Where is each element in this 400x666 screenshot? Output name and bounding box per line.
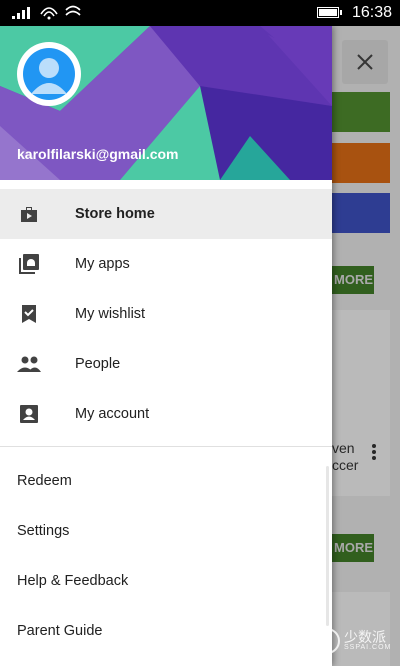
nav-my-apps[interactable]: My apps: [0, 239, 332, 289]
navigation-drawer: karolfilarski@gmail.com Store home My ap…: [0, 26, 332, 666]
account-icon: [17, 402, 41, 426]
status-time: 16:38: [352, 4, 393, 21]
divider: [0, 446, 332, 447]
store-icon: [17, 202, 41, 226]
menu-help-feedback[interactable]: Help & Feedback: [17, 573, 128, 589]
wifi-icon: [40, 7, 58, 20]
watermark-subtext: SSPAI.COM: [344, 644, 392, 651]
data-sense-icon: [65, 5, 81, 16]
menu-settings[interactable]: Settings: [17, 523, 69, 539]
watermark: 少数派 SSPAI.COM: [314, 628, 394, 658]
drawer-header: karolfilarski@gmail.com: [0, 26, 332, 180]
nav-my-wishlist[interactable]: My wishlist: [0, 289, 332, 339]
nav-label: My wishlist: [75, 306, 146, 322]
people-icon: [17, 352, 41, 376]
menu-redeem[interactable]: Redeem: [17, 473, 72, 489]
my-apps-icon: [17, 252, 41, 276]
nav-label: Store home: [75, 206, 155, 222]
wishlist-icon: [17, 302, 41, 326]
nav-label: My apps: [75, 256, 130, 272]
nav-label: People: [75, 356, 121, 372]
menu-parent-guide[interactable]: Parent Guide: [17, 623, 102, 639]
nav-people[interactable]: People: [0, 339, 332, 389]
nav-my-account[interactable]: My account: [0, 389, 332, 439]
nav-store-home[interactable]: Store home: [0, 189, 332, 239]
status-bar: 16:38: [0, 0, 400, 26]
battery-icon: [317, 7, 342, 18]
account-avatar-icon: [23, 48, 75, 100]
nav-label: My account: [75, 406, 150, 422]
signal-icon: [12, 7, 30, 19]
account-email[interactable]: karolfilarski@gmail.com: [17, 146, 179, 162]
watermark-logo-icon: [314, 628, 340, 654]
avatar[interactable]: [17, 42, 81, 106]
scrollbar[interactable]: [326, 466, 329, 626]
